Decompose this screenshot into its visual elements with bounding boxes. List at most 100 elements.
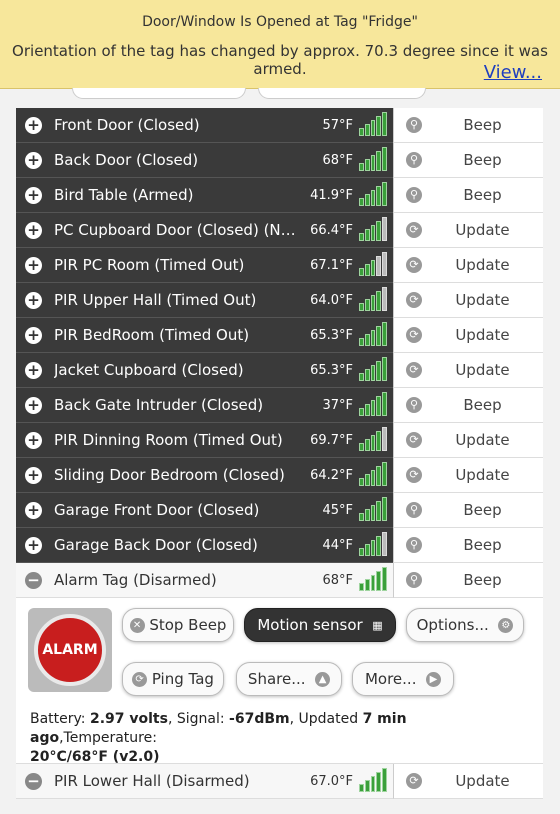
tag-name: Bird Table (Armed) xyxy=(54,186,194,204)
chevron-right-icon: ▶ xyxy=(426,671,442,687)
hidden-button-stub[interactable] xyxy=(72,88,246,99)
options-button[interactable]: Options... ⚙ xyxy=(406,608,524,642)
temperature-value: 20°C/68°F (v2.0) xyxy=(30,749,160,765)
tag-row-main[interactable]: + PIR Dinning Room (Timed Out) 69.7°F xyxy=(16,423,393,458)
tag-temperature: 68°F xyxy=(322,152,353,168)
tag-action-label: Beep xyxy=(463,116,502,134)
search-icon: ⚲ xyxy=(406,187,422,203)
collapse-icon[interactable]: − xyxy=(25,571,42,589)
search-icon: ⚲ xyxy=(406,502,422,518)
close-icon: ✕ xyxy=(129,617,145,633)
tag-row-main[interactable]: − PIR Lower Hall (Disarmed) 67.0°F xyxy=(16,764,393,799)
more-button[interactable]: More... ▶ xyxy=(352,662,454,696)
tag-action-button[interactable]: ⟳ Update xyxy=(393,318,543,353)
tag-row-main[interactable]: + Jacket Cupboard (Closed) 65.3°F xyxy=(16,353,393,388)
options-label: Options... xyxy=(416,616,489,634)
tag-row: + Back Door (Closed) 68°F ⚲ Beep xyxy=(16,143,543,178)
expand-icon[interactable]: + xyxy=(25,396,42,414)
collapse-icon[interactable]: − xyxy=(25,772,42,790)
search-icon: ⚲ xyxy=(406,117,422,133)
notification-message: Orientation of the tag has changed by ap… xyxy=(12,42,548,78)
tag-action-button[interactable]: ⟳ Update xyxy=(393,248,543,283)
tag-temperature: 64.0°F xyxy=(310,292,353,308)
expand-icon[interactable]: + xyxy=(25,256,42,274)
expand-icon[interactable]: + xyxy=(25,466,42,484)
motion-sensor-button[interactable]: Motion sensor ▦ xyxy=(244,608,396,642)
tag-action-button[interactable]: ⟳ Update xyxy=(393,213,543,248)
expand-icon[interactable]: + xyxy=(25,151,42,169)
signal-strength-icon xyxy=(359,768,387,792)
expand-icon[interactable]: + xyxy=(25,536,42,554)
tag-row-main[interactable]: + Front Door (Closed) 57°F xyxy=(16,108,393,143)
tag-action-label: Update xyxy=(455,361,510,379)
tag-action-button[interactable]: ⟳ Update xyxy=(393,353,543,388)
tag-action-label: Update xyxy=(455,221,510,239)
battery-label: Battery: xyxy=(30,711,90,727)
tag-row-main[interactable]: + Bird Table (Armed) 41.9°F xyxy=(16,178,393,213)
tag-action-button[interactable]: ⟳ Update xyxy=(393,423,543,458)
tag-name: PIR BedRoom (Timed Out) xyxy=(54,326,250,344)
expand-icon[interactable]: + xyxy=(25,326,42,344)
tag-action-button[interactable]: ⚲ Beep xyxy=(393,493,543,528)
signal-strength-icon xyxy=(359,322,387,346)
tag-action-button[interactable]: ⚲ Beep xyxy=(393,528,543,563)
tag-row-main[interactable]: + Back Door (Closed) 68°F xyxy=(16,143,393,178)
tag-row: + PIR Dinning Room (Timed Out) 69.7°F ⟳ Upda… xyxy=(16,423,543,458)
refresh-icon: ⟳ xyxy=(132,671,148,687)
expand-icon[interactable]: + xyxy=(25,361,42,379)
tag-detail-panel: ALARM ✕ Stop Beep Motion sensor ▦ Option… xyxy=(16,598,543,765)
tag-temperature: 67.0°F xyxy=(310,773,353,789)
tag-action-button[interactable]: ⚲ Beep xyxy=(393,108,543,143)
tag-temperature: 65.3°F xyxy=(310,327,353,343)
tag-row: + Sliding Door Bedroom (Closed) 64.2°F ⟳ Upd… xyxy=(16,458,543,493)
expand-icon[interactable]: + xyxy=(25,431,42,449)
tag-row-main[interactable]: + Garage Front Door (Closed) 45°F xyxy=(16,493,393,528)
tag-row: + PIR PC Room (Timed Out) 67.1°F ⟳ Update xyxy=(16,248,543,283)
tag-action-button[interactable]: ⚲ Beep xyxy=(393,388,543,423)
tag-row-main[interactable]: + Sliding Door Bedroom (Closed) 64.2°F xyxy=(16,458,393,493)
expand-icon[interactable]: + xyxy=(25,186,42,204)
stop-beep-label: Stop Beep xyxy=(149,616,227,634)
hidden-button-stub[interactable] xyxy=(258,88,426,99)
signal-strength-icon xyxy=(359,112,387,136)
tag-row-main[interactable]: + PC Cupboard Door (Closed) (Normal ... 66… xyxy=(16,213,393,248)
view-link[interactable]: View... xyxy=(484,62,542,83)
signal-strength-icon xyxy=(359,497,387,521)
tag-action-button[interactable]: ⚲ Beep xyxy=(393,143,543,178)
tag-name: Back Door (Closed) xyxy=(54,151,199,169)
ping-tag-button[interactable]: ⟳ Ping Tag xyxy=(122,662,224,696)
tag-row-main[interactable]: − Alarm Tag (Disarmed) 68°F xyxy=(16,563,393,598)
motion-sensor-label: Motion sensor xyxy=(257,616,363,634)
tag-row-main[interactable]: + PIR PC Room (Timed Out) 67.1°F xyxy=(16,248,393,283)
refresh-icon: ⟳ xyxy=(406,467,422,483)
alarm-image-label: ALARM xyxy=(34,614,106,686)
tag-name: Jacket Cupboard (Closed) xyxy=(54,361,244,379)
tag-row-main[interactable]: + Back Gate Intruder (Closed) 37°F xyxy=(16,388,393,423)
signal-strength-icon xyxy=(359,392,387,416)
tag-action-button[interactable]: ⟳ Update xyxy=(393,764,543,799)
expand-icon[interactable]: + xyxy=(25,501,42,519)
temperature-label: ,Temperature: xyxy=(59,730,157,746)
tag-row-main[interactable]: + PIR Upper Hall (Timed Out) 64.0°F xyxy=(16,283,393,318)
tag-action-button[interactable]: ⚲ Beep xyxy=(393,178,543,213)
expand-icon[interactable]: + xyxy=(25,116,42,134)
more-label: More... xyxy=(364,670,417,688)
battery-value: 2.97 volts xyxy=(89,711,168,727)
tag-action-button[interactable]: ⚲ Beep xyxy=(393,563,543,598)
tag-action-label: Beep xyxy=(463,396,502,414)
tag-row: − PIR Lower Hall (Disarmed) 67.0°F ⟳ Update xyxy=(16,764,543,799)
refresh-icon: ⟳ xyxy=(406,327,422,343)
tag-action-button[interactable]: ⟳ Update xyxy=(393,458,543,493)
notification-title: Door/Window Is Opened at Tag "Fridge" xyxy=(142,14,418,30)
tag-name: PC Cupboard Door (Closed) (Normal ... xyxy=(54,221,302,239)
tag-row: + Bird Table (Armed) 41.9°F ⚲ Beep xyxy=(16,178,543,213)
tag-action-button[interactable]: ⟳ Update xyxy=(393,283,543,318)
stop-beep-button[interactable]: ✕ Stop Beep xyxy=(122,608,234,642)
chevron-up-icon: ▲ xyxy=(315,671,331,687)
expand-icon[interactable]: + xyxy=(25,221,42,239)
share-button[interactable]: Share... ▲ xyxy=(236,662,342,696)
expand-icon[interactable]: + xyxy=(25,291,42,309)
tag-action-label: Beep xyxy=(463,536,502,554)
tag-row-main[interactable]: + PIR BedRoom (Timed Out) 65.3°F xyxy=(16,318,393,353)
tag-row-main[interactable]: + Garage Back Door (Closed) 44°F xyxy=(16,528,393,563)
